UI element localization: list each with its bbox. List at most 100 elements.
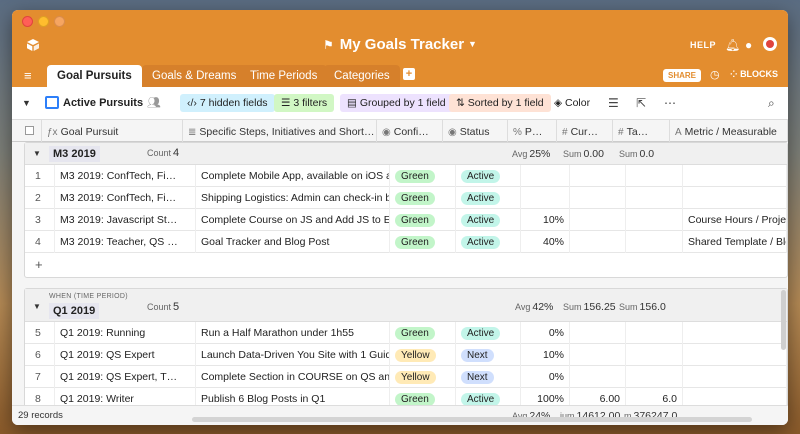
sort-button[interactable]: ⇅ Sorted by 1 field — [449, 94, 551, 112]
current-cell[interactable] — [570, 366, 626, 388]
specific-steps-cell[interactable]: Launch Data-Driven You Site with 1 Guide — [196, 344, 390, 366]
row-number[interactable]: 5 — [25, 322, 55, 344]
percent-cell[interactable]: 0% — [521, 322, 570, 344]
add-table-button[interactable]: + — [403, 68, 415, 80]
row-number[interactable]: 2 — [25, 187, 55, 209]
percent-cell[interactable] — [521, 187, 570, 209]
current-cell[interactable] — [570, 344, 626, 366]
specific-steps-cell[interactable]: Run a Half Marathon under 1h55 — [196, 322, 390, 344]
hidden-fields-button[interactable]: ‹/› 7 hidden fields — [180, 94, 275, 112]
filter-button[interactable]: ☰ 3 filters — [274, 94, 335, 112]
table-row[interactable]: 6 Q1 2019: QS Expert Launch Data-Driven Yo… — [25, 344, 787, 366]
target-cell[interactable] — [626, 187, 683, 209]
row-number[interactable]: 3 — [25, 209, 55, 231]
table-row[interactable]: 2 M3 2019: ConfTech, Fi… Shipping Logistic… — [25, 187, 787, 209]
view-name[interactable]: Active Pursuits — [63, 97, 143, 109]
goal-pursuit-cell[interactable]: M3 2019: Javascript St… — [55, 209, 196, 231]
goal-pursuit-cell[interactable]: M3 2019: Teacher, QS … — [55, 231, 196, 253]
current-cell[interactable] — [570, 322, 626, 344]
goal-pursuit-cell[interactable]: M3 2019: ConfTech, Fi… — [55, 165, 196, 187]
metric-cell[interactable] — [683, 187, 787, 209]
more-options-icon[interactable]: ⋯ — [664, 96, 676, 110]
status-cell[interactable]: Active — [456, 322, 521, 344]
notification-bell-icon[interactable]: ● — [745, 38, 752, 52]
goal-pursuit-cell[interactable]: Q1 2019: QS Expert — [55, 344, 196, 366]
tab-time-periods[interactable]: Time Periods — [240, 65, 328, 87]
specific-steps-cell[interactable]: Complete Section in COURSE on QS and … — [196, 366, 390, 388]
current-cell[interactable] — [570, 165, 626, 187]
share-button[interactable]: SHARE — [663, 69, 702, 82]
help-button[interactable]: HELP — [690, 40, 716, 50]
row-number[interactable]: 7 — [25, 366, 55, 388]
collapse-group-icon[interactable]: ▼ — [33, 149, 41, 158]
column-metric[interactable]: A Metric / Measurable — [670, 120, 788, 142]
table-row[interactable]: 7 Q1 2019: QS Expert, T… Complete Section … — [25, 366, 787, 388]
column-status[interactable]: ◉ Status — [443, 120, 508, 142]
percent-cell[interactable]: 10% — [521, 344, 570, 366]
metric-cell[interactable] — [683, 322, 787, 344]
color-button[interactable]: ◈ Color — [554, 97, 590, 109]
target-cell[interactable] — [626, 344, 683, 366]
table-row[interactable]: 5 Q1 2019: Running Run a Half Marathon und… — [25, 322, 787, 344]
horizontal-scrollbar[interactable] — [192, 417, 752, 422]
group-header[interactable]: ▼ WHEN (TIME PERIOD) Q1 2019 Count 5 Avg 4… — [25, 289, 787, 322]
tab-categories[interactable]: Categories — [324, 65, 400, 87]
specific-steps-cell[interactable]: Shipping Logistics: Admin can check-in b… — [196, 187, 390, 209]
collapse-group-icon[interactable]: ▼ — [33, 302, 41, 311]
status-cell[interactable]: Active — [456, 187, 521, 209]
column-current[interactable]: # Cur… — [557, 120, 613, 142]
target-cell[interactable] — [626, 366, 683, 388]
column-percent[interactable]: % P… — [508, 120, 557, 142]
goal-pursuit-cell[interactable]: Q1 2019: Running — [55, 322, 196, 344]
current-cell[interactable] — [570, 187, 626, 209]
current-cell[interactable] — [570, 231, 626, 253]
add-record-button[interactable]: + — [25, 253, 787, 275]
vertical-scrollbar[interactable] — [781, 290, 786, 350]
target-cell[interactable] — [626, 209, 683, 231]
table-row[interactable]: 4 M3 2019: Teacher, QS … Goal Tracker and … — [25, 231, 787, 253]
tab-goals-dreams[interactable]: Goals & Dreams — [142, 65, 247, 87]
goal-pursuit-cell[interactable]: M3 2019: ConfTech, Fi… — [55, 187, 196, 209]
close-window-button[interactable] — [22, 16, 33, 27]
group-header[interactable]: ▼ M3 2019 Count 4 Avg 25% Sum 0.00 Sum 0.0 — [25, 143, 787, 165]
status-cell[interactable]: Active — [456, 209, 521, 231]
status-cell[interactable]: Next — [456, 344, 521, 366]
status-cell[interactable]: Active — [456, 231, 521, 253]
confidence-cell[interactable]: Green — [390, 231, 456, 253]
row-number[interactable]: 6 — [25, 344, 55, 366]
metric-cell[interactable] — [683, 165, 787, 187]
table-row[interactable]: 1 M3 2019: ConfTech, Fi… Complete Mobile A… — [25, 165, 787, 187]
target-cell[interactable] — [626, 322, 683, 344]
percent-cell[interactable]: 0% — [521, 366, 570, 388]
specific-steps-cell[interactable]: Complete Mobile App, available on iOS an… — [196, 165, 390, 187]
column-target[interactable]: # Ta… — [613, 120, 670, 142]
select-all-checkbox[interactable] — [12, 120, 42, 142]
tab-goal-pursuits[interactable]: Goal Pursuits — [47, 65, 142, 87]
view-list-toggle-icon[interactable]: ▼ — [22, 98, 31, 108]
current-cell[interactable] — [570, 209, 626, 231]
confidence-cell[interactable]: Yellow — [390, 366, 456, 388]
zoom-window-button[interactable] — [54, 16, 65, 27]
hamburger-menu-icon[interactable]: ≡ — [24, 68, 32, 83]
row-number[interactable]: 4 — [25, 231, 55, 253]
specific-steps-cell[interactable]: Complete Course on JS and Add JS to Exi… — [196, 209, 390, 231]
confidence-cell[interactable]: Green — [390, 187, 456, 209]
avatar[interactable] — [763, 37, 777, 51]
target-cell[interactable] — [626, 231, 683, 253]
confidence-cell[interactable]: Yellow — [390, 344, 456, 366]
table-row[interactable]: 3 M3 2019: Javascript St… Complete Course … — [25, 209, 787, 231]
history-icon[interactable]: ◷ — [710, 68, 720, 81]
base-title[interactable]: ⚑ My Goals Tracker ▼ — [12, 36, 788, 53]
column-specific-steps[interactable]: ≣ Specific Steps, Initiatives and Short… — [183, 120, 377, 142]
bell-icon[interactable]: 🔔︎ — [725, 38, 740, 52]
target-cell[interactable] — [626, 165, 683, 187]
share-view-icon[interactable]: ⇱ — [636, 96, 646, 110]
percent-cell[interactable]: 10% — [521, 209, 570, 231]
row-height-icon[interactable]: ☰ — [608, 96, 619, 110]
metric-cell[interactable]: Shared Template / Blog P… — [683, 231, 787, 253]
search-icon[interactable]: ⌕ — [768, 96, 775, 111]
confidence-cell[interactable]: Green — [390, 322, 456, 344]
metric-cell[interactable]: Course Hours / Project — [683, 209, 787, 231]
column-goal-pursuit[interactable]: ƒx Goal Pursuit — [42, 120, 183, 142]
minimize-window-button[interactable] — [38, 16, 49, 27]
